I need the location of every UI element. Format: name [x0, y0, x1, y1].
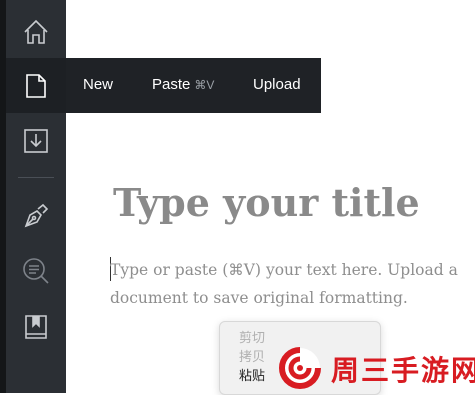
sidebar-home-button[interactable] [6, 4, 66, 60]
watermark-text: 周三手游网 [331, 354, 475, 387]
watermark-logo-icon [278, 346, 324, 395]
context-menu-copy[interactable]: 拷贝 [239, 346, 265, 365]
sidebar-download-button[interactable] [6, 113, 66, 169]
home-icon [23, 19, 49, 45]
sidebar-new-document-button[interactable] [6, 58, 66, 113]
book-bookmark-icon [24, 314, 48, 340]
sidebar-write-button[interactable] [6, 188, 66, 244]
new-document-menu: New Paste ⌘V Upload [66, 58, 321, 113]
context-menu-cut[interactable]: 剪切 [239, 327, 265, 346]
download-icon [23, 128, 49, 154]
title-input[interactable]: Type your title [113, 180, 463, 225]
watermark: 周三手游网 [276, 343, 475, 393]
sidebar-divider [18, 177, 54, 178]
sidebar [0, 0, 66, 393]
menu-paste-shortcut: ⌘V [194, 78, 215, 92]
pen-nib-icon [23, 203, 49, 229]
context-menu-paste[interactable]: 粘贴 [239, 365, 265, 384]
menu-paste[interactable]: Paste ⌘V [152, 76, 214, 93]
sidebar-search-button[interactable] [6, 243, 66, 299]
document-icon [25, 73, 47, 99]
menu-upload[interactable]: Upload [253, 76, 301, 93]
sidebar-library-button[interactable] [6, 299, 66, 355]
search-lines-icon [22, 257, 50, 285]
menu-new[interactable]: New [83, 76, 113, 93]
menu-paste-label: Paste [152, 76, 191, 93]
body-text-input[interactable]: Type or paste (⌘V) your text here. Uploa… [110, 256, 465, 312]
